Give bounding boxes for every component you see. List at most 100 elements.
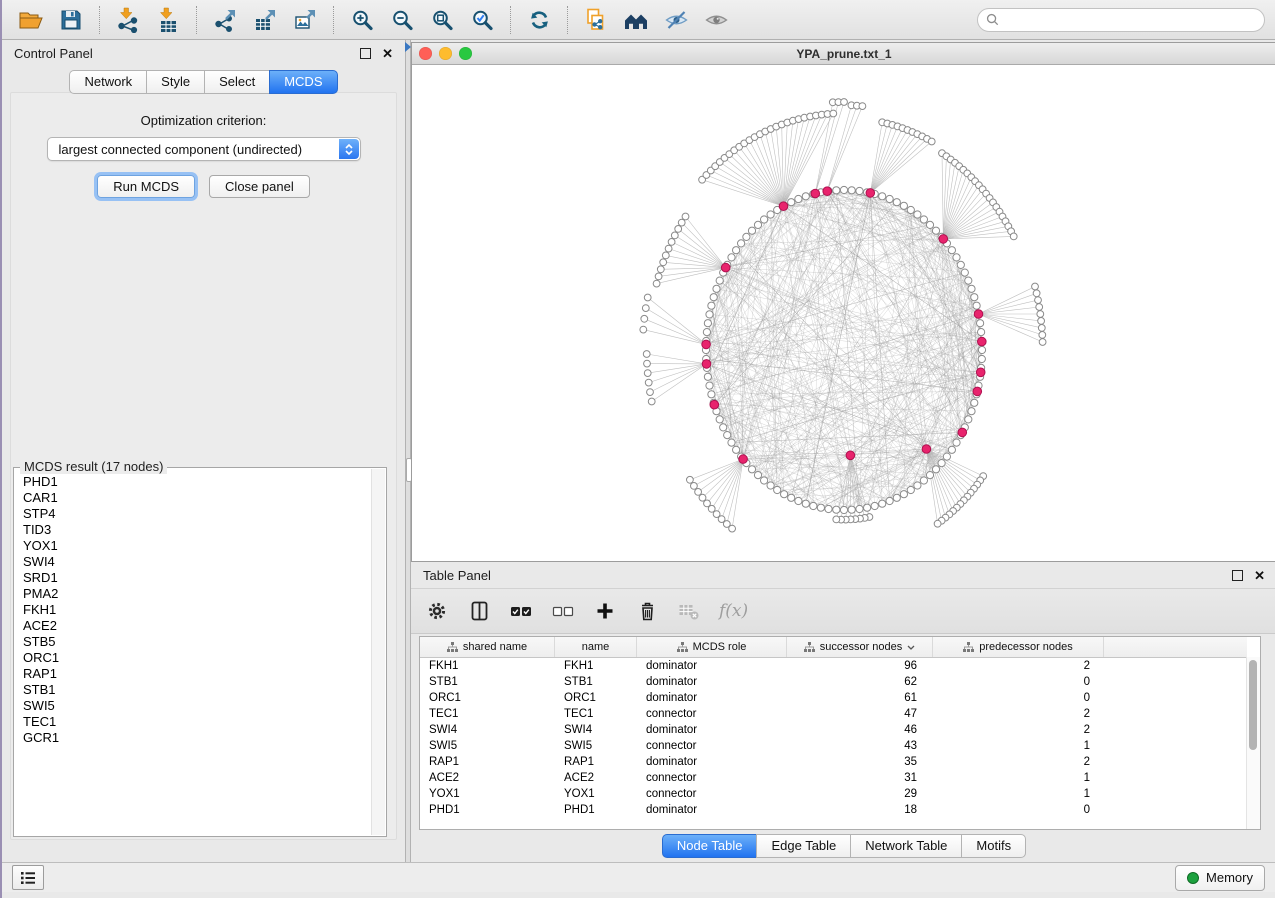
network-node[interactable] xyxy=(978,346,985,353)
network-node[interactable] xyxy=(1036,304,1043,311)
network-node[interactable] xyxy=(675,226,682,233)
table-row[interactable]: FKH1FKH1dominator962 xyxy=(420,658,1247,674)
network-node[interactable] xyxy=(802,193,809,200)
mcds-result-item[interactable]: TEC1 xyxy=(15,714,372,730)
network-node[interactable] xyxy=(708,302,715,309)
network-node[interactable] xyxy=(965,277,972,284)
network-node[interactable] xyxy=(716,416,723,423)
mcds-result-item[interactable]: YOX1 xyxy=(15,538,372,554)
table-row[interactable]: ACE2ACE2connector311 xyxy=(420,770,1247,786)
network-node[interactable] xyxy=(644,294,651,301)
network-node[interactable] xyxy=(957,261,964,268)
network-node[interactable] xyxy=(716,277,723,284)
network-node[interactable] xyxy=(968,285,975,292)
open-session-button[interactable] xyxy=(12,4,50,36)
network-node[interactable] xyxy=(971,294,978,301)
tab-motifs[interactable]: Motifs xyxy=(961,834,1026,858)
table-row[interactable]: STB1STB1dominator620 xyxy=(420,674,1247,690)
mcds-result-item[interactable]: STP4 xyxy=(15,506,372,522)
network-node[interactable] xyxy=(978,329,985,336)
network-node[interactable] xyxy=(848,506,855,513)
network-node[interactable] xyxy=(934,520,941,527)
network-node[interactable] xyxy=(871,502,878,509)
network-node[interactable] xyxy=(761,477,768,484)
network-node[interactable] xyxy=(645,379,652,386)
network-node[interactable] xyxy=(968,408,975,415)
network-node[interactable] xyxy=(704,320,711,327)
mcds-result-item[interactable]: CAR1 xyxy=(15,490,372,506)
network-node[interactable] xyxy=(704,500,711,507)
network-node[interactable] xyxy=(754,221,761,228)
network-node[interactable] xyxy=(720,424,727,431)
table-row[interactable]: ORC1ORC1dominator610 xyxy=(420,690,1247,706)
network-node[interactable] xyxy=(1039,332,1046,339)
network-node[interactable] xyxy=(948,446,955,453)
show-column-button[interactable] xyxy=(467,599,491,623)
search-input[interactable] xyxy=(1004,12,1256,28)
network-node[interactable] xyxy=(665,245,672,252)
network-graph[interactable] xyxy=(412,65,1275,562)
network-node[interactable] xyxy=(833,516,840,523)
network-node[interactable] xyxy=(657,266,664,273)
export-table-button[interactable] xyxy=(246,4,284,36)
network-node[interactable] xyxy=(856,505,863,512)
network-node[interactable] xyxy=(833,187,840,194)
network-node[interactable] xyxy=(886,497,893,504)
import-table-button[interactable] xyxy=(149,4,187,36)
table-scrollbar[interactable] xyxy=(1246,657,1260,829)
clear-selection-button[interactable] xyxy=(551,599,575,623)
zoom-in-button[interactable] xyxy=(343,4,381,36)
network-node[interactable] xyxy=(754,472,761,479)
network-node[interactable] xyxy=(743,233,750,240)
network-node[interactable] xyxy=(733,446,740,453)
tab-node-table[interactable]: Node Table xyxy=(662,834,757,858)
network-node[interactable] xyxy=(914,482,921,489)
table-scrollbar-thumb[interactable] xyxy=(1249,660,1257,750)
network-node[interactable] xyxy=(817,504,824,511)
network-node[interactable] xyxy=(682,213,689,220)
network-node[interactable] xyxy=(841,99,848,106)
network-node[interactable] xyxy=(748,466,755,473)
table-settings-button[interactable] xyxy=(425,599,449,623)
network-node[interactable] xyxy=(1033,290,1040,297)
column-header-mcds-role[interactable]: MCDS role xyxy=(637,637,787,657)
network-node[interactable] xyxy=(907,486,914,493)
network-node[interactable] xyxy=(977,320,984,327)
network-node[interactable] xyxy=(965,416,972,423)
network-node[interactable] xyxy=(1010,233,1017,240)
network-node[interactable] xyxy=(1039,339,1046,346)
table-row[interactable]: TEC1TEC1connector472 xyxy=(420,706,1247,722)
network-node[interactable] xyxy=(948,247,955,254)
tab-select[interactable]: Select xyxy=(204,70,269,94)
network-node[interactable] xyxy=(710,294,717,301)
mcds-hub-node[interactable] xyxy=(846,451,855,460)
network-node[interactable] xyxy=(748,227,755,234)
network-node[interactable] xyxy=(662,252,669,259)
network-node[interactable] xyxy=(943,453,950,460)
import-network-button[interactable] xyxy=(109,4,147,36)
column-header-successor-nodes[interactable]: successor nodes xyxy=(787,637,933,657)
mcds-result-item[interactable]: SWI4 xyxy=(15,554,372,570)
network-node[interactable] xyxy=(856,187,863,194)
network-node[interactable] xyxy=(920,477,927,484)
network-node[interactable] xyxy=(1032,283,1039,290)
tab-network-table[interactable]: Network Table xyxy=(850,834,961,858)
close-panel-icon[interactable]: ✕ xyxy=(382,47,393,60)
network-node[interactable] xyxy=(713,285,720,292)
network-node[interactable] xyxy=(848,187,855,194)
network-node[interactable] xyxy=(728,254,735,261)
network-node[interactable] xyxy=(879,500,886,507)
export-network-button[interactable] xyxy=(206,4,244,36)
network-node[interactable] xyxy=(914,211,921,218)
network-node[interactable] xyxy=(953,254,960,261)
network-node[interactable] xyxy=(703,329,710,336)
duplicate-network-button[interactable] xyxy=(577,4,615,36)
window-minimize-icon[interactable] xyxy=(439,47,452,60)
mcds-result-list[interactable]: PHD1CAR1STP4TID3YOX1SWI4SRD1PMA2FKH1ACE2… xyxy=(15,474,372,835)
zoom-selected-button[interactable] xyxy=(463,4,501,36)
table-row[interactable]: RAP1RAP1dominator352 xyxy=(420,754,1247,770)
refresh-button[interactable] xyxy=(520,4,558,36)
network-node[interactable] xyxy=(1037,311,1044,318)
network-node[interactable] xyxy=(833,506,840,513)
column-header-shared-name[interactable]: shared name xyxy=(420,637,555,657)
